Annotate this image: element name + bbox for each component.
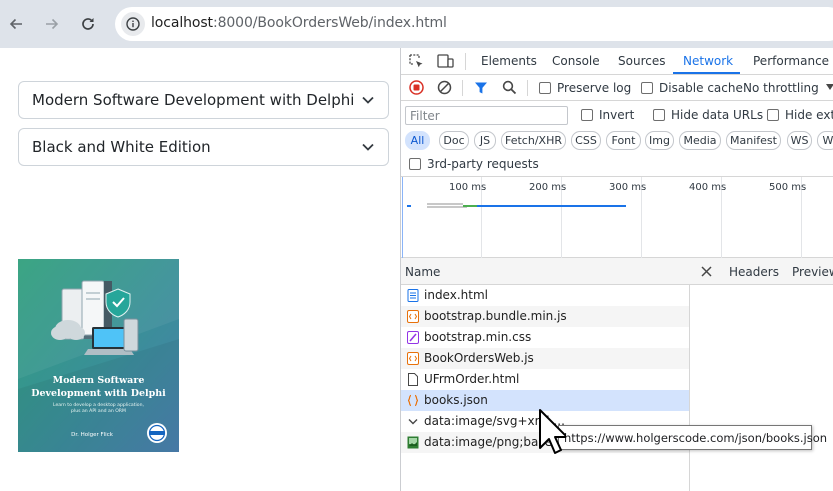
hide-extension-urls-label: Hide exte — [785, 108, 833, 122]
chip-css[interactable]: CSS — [571, 131, 601, 150]
tab-network[interactable]: Network — [683, 54, 733, 68]
disable-cache-label: Disable cache — [659, 81, 743, 95]
tab-sources[interactable]: Sources — [618, 54, 665, 68]
script-icon — [407, 310, 419, 323]
browser-toolbar: localhost:8000/BookOrdersWeb/index.html — [0, 0, 833, 48]
edition-select-value: Black and White Edition — [32, 138, 211, 156]
url-text: localhost:8000/BookOrdersWeb/index.html — [151, 15, 447, 31]
document-icon — [407, 289, 419, 302]
tab-headers[interactable]: Headers — [729, 265, 779, 279]
filter-placeholder: Filter — [410, 109, 440, 123]
web-page: Modern Software Development with Delphi … — [0, 48, 400, 491]
cover-title-line2: Development with Delphi — [31, 388, 166, 399]
chevron-down-icon — [362, 143, 374, 151]
url-host: localhost — [151, 15, 213, 31]
timeline-tick: 500 ms — [769, 182, 807, 193]
stylesheet-icon — [407, 331, 419, 344]
chip-media[interactable]: Media — [679, 131, 721, 150]
column-name-header[interactable]: Name — [405, 265, 440, 279]
book-cover-image: Modern Software Development with Delphi … — [18, 259, 179, 452]
preserve-log-label: Preserve log — [557, 81, 632, 95]
chevron-down-icon — [362, 96, 374, 104]
request-name: index.html — [424, 288, 488, 302]
cover-subtitle-line1: Learn to develop a desktop application, — [53, 402, 145, 408]
clear-icon[interactable] — [437, 80, 452, 95]
image-icon — [407, 436, 419, 449]
disable-cache-checkbox[interactable] — [641, 82, 653, 94]
chip-fetch-xhr[interactable]: Fetch/XHR — [501, 131, 566, 150]
hide-data-urls-label: Hide data URLs — [671, 108, 764, 122]
chevron-down-icon — [408, 419, 418, 425]
edition-select[interactable]: Black and White Edition — [18, 128, 389, 166]
chip-font[interactable]: Font — [606, 131, 641, 150]
third-party-checkbox[interactable] — [409, 158, 421, 170]
request-name: bootstrap.bundle.min.js — [424, 309, 567, 323]
preserve-log-checkbox[interactable] — [539, 82, 551, 94]
browser-window: localhost:8000/BookOrdersWeb/index.html … — [0, 0, 833, 491]
active-tab-indicator — [673, 72, 740, 74]
inspect-element-icon[interactable] — [409, 54, 424, 69]
request-row[interactable]: bootstrap.bundle.min.js — [401, 306, 689, 327]
filter-input[interactable]: Filter — [405, 106, 568, 125]
filter-funnel-icon[interactable] — [474, 81, 488, 95]
network-toolbar: Preserve log Disable cache No throttling — [401, 75, 833, 101]
url-tooltip: https://www.holgerscode.com/json/books.j… — [558, 425, 827, 450]
tooltip-text: https://www.holgerscode.com/json/books.j… — [564, 431, 828, 445]
hide-extension-urls-checkbox[interactable] — [767, 109, 779, 121]
reload-icon[interactable] — [76, 12, 100, 36]
back-icon[interactable] — [4, 12, 28, 36]
devtools-tabbar: Elements Console Sources Network Perform… — [401, 48, 833, 75]
mouse-pointer-icon — [539, 409, 566, 454]
book-select[interactable]: Modern Software Development with Delphi — [18, 81, 389, 119]
timeline-tick: 100 ms — [449, 182, 487, 193]
address-bar[interactable]: localhost:8000/BookOrdersWeb/index.html — [115, 7, 833, 41]
request-name: books.json — [424, 393, 488, 407]
hide-data-urls-checkbox[interactable] — [653, 109, 665, 121]
script-icon — [407, 352, 419, 365]
chip-all[interactable]: All — [405, 131, 430, 150]
request-name: BookOrdersWeb.js — [424, 351, 534, 365]
invert-checkbox[interactable] — [581, 109, 593, 121]
request-detail-tabbar: Headers Preview — [690, 258, 833, 285]
url-path: :8000/BookOrdersWeb/index.html — [212, 15, 447, 31]
request-list: index.html bootstrap.bundle.min.js boots… — [401, 285, 690, 491]
invert-label: Invert — [599, 108, 635, 122]
record-stop-icon[interactable] — [409, 80, 424, 95]
chip-doc[interactable]: Doc — [439, 131, 469, 150]
request-name: bootstrap.min.css — [424, 330, 532, 344]
cover-author: Dr. Holger Flick — [71, 432, 114, 438]
chevron-down-icon — [826, 84, 833, 90]
chip-img[interactable]: Img — [645, 131, 674, 150]
json-icon — [407, 394, 419, 407]
site-info-icon[interactable] — [121, 12, 145, 36]
request-row[interactable]: bootstrap.min.css — [401, 327, 689, 348]
cover-subtitle-line2: plus an API and an ORM — [71, 408, 126, 414]
tab-performance[interactable]: Performance — [753, 54, 829, 68]
request-row[interactable]: UFrmOrder.html — [401, 369, 689, 390]
request-row[interactable]: BookOrdersWeb.js — [401, 348, 689, 369]
chip-js[interactable]: JS — [474, 131, 496, 150]
timeline-tick: 200 ms — [529, 182, 567, 193]
tab-console[interactable]: Console — [552, 54, 600, 68]
cover-title-line1: Modern Software — [53, 375, 145, 386]
forward-icon[interactable] — [40, 12, 64, 36]
tab-elements[interactable]: Elements — [481, 54, 537, 68]
tab-preview[interactable]: Preview — [792, 265, 833, 279]
timeline-tick: 300 ms — [609, 182, 647, 193]
timeline-tick: 400 ms — [689, 182, 727, 193]
book-select-value: Modern Software Development with Delphi — [32, 91, 355, 109]
third-party-label: 3rd-party requests — [427, 157, 539, 171]
chip-manifest[interactable]: Manifest — [726, 131, 781, 150]
throttling-select[interactable]: No throttling — [743, 81, 819, 95]
close-icon[interactable] — [701, 266, 712, 277]
network-timeline[interactable]: 100 ms 200 ms 300 ms 400 ms 500 ms — [401, 176, 833, 259]
search-icon[interactable] — [502, 80, 517, 95]
request-row[interactable]: index.html — [401, 285, 689, 306]
device-toolbar-icon[interactable] — [437, 54, 454, 69]
chip-wasm[interactable]: W — [817, 131, 833, 150]
chip-ws[interactable]: WS — [787, 131, 812, 150]
request-name: UFrmOrder.html — [424, 372, 520, 386]
file-icon — [408, 373, 418, 386]
